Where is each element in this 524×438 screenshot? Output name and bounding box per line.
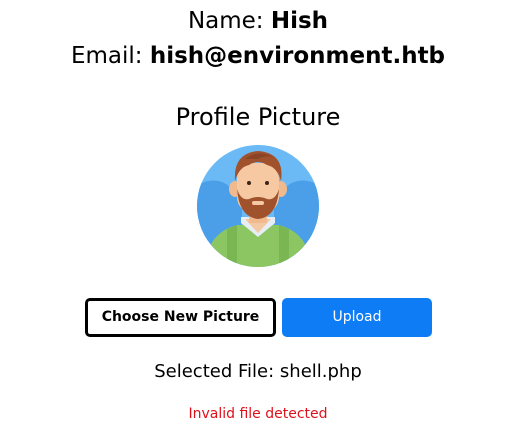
email-row: Email: hish@environment.htb xyxy=(0,41,516,71)
upload-button[interactable]: Upload xyxy=(282,298,432,337)
selected-file-label: Selected File: xyxy=(154,361,275,382)
name-row: Name: Hish xyxy=(0,6,516,36)
email-value: hish@environment.htb xyxy=(149,43,446,69)
selected-file-name: shell.php xyxy=(279,361,362,382)
user-avatar-icon xyxy=(197,145,319,267)
profile-page: Name: Hish Email: hish@environment.htb P… xyxy=(0,0,524,438)
error-message: Invalid file detected xyxy=(188,406,328,422)
selected-file-row: Selected File: shell.php xyxy=(0,359,516,385)
email-label: Email: xyxy=(70,43,143,69)
name-value: Hish xyxy=(270,8,329,34)
choose-new-picture-button[interactable]: Choose New Picture xyxy=(85,298,276,337)
profile-picture-heading: Profile Picture xyxy=(175,103,341,131)
name-label: Name: xyxy=(187,8,264,34)
